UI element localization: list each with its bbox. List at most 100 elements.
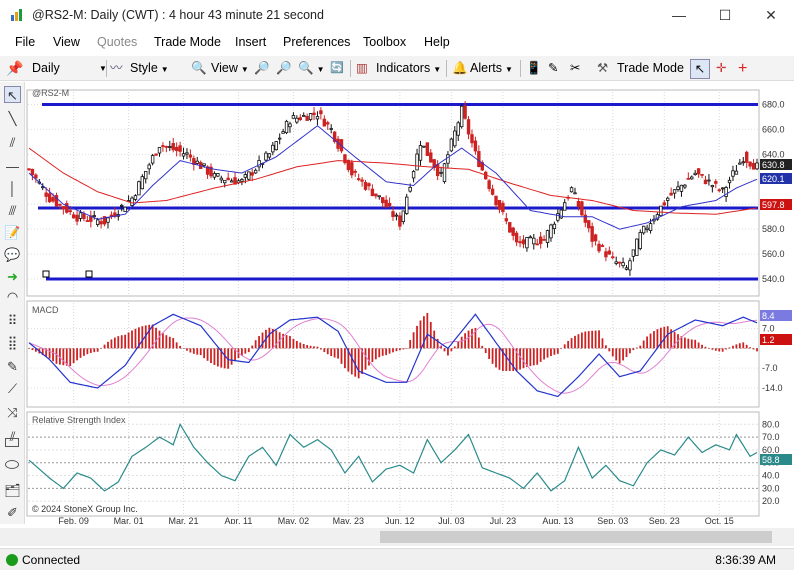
view-button[interactable]: View ▼ — [211, 59, 249, 78]
menu-insert[interactable]: Insert — [235, 35, 266, 49]
date-axis-label: Jun, 12 — [385, 516, 415, 524]
macd-histogram-bar — [629, 348, 631, 354]
candle-body — [178, 145, 182, 152]
cursor-tool-icon[interactable]: ↖ — [690, 59, 710, 79]
bell-icon: 🔔 — [452, 61, 468, 75]
style-button[interactable]: Style ▼ — [130, 59, 169, 78]
refresh-icon[interactable]: 🔄 — [330, 59, 344, 78]
macd-histogram-bar — [598, 330, 600, 349]
ellipse-tool-icon[interactable] — [5, 460, 19, 469]
minimize-button[interactable]: — — [656, 0, 702, 32]
candle-body — [363, 182, 368, 190]
menu-file[interactable]: File — [15, 35, 35, 49]
crosshair-line-icon[interactable]: + — [738, 59, 747, 78]
candle-body — [34, 174, 38, 179]
line-handle[interactable] — [42, 270, 50, 278]
candle-body — [401, 210, 406, 223]
candle-body — [27, 168, 31, 171]
zoom-out-icon[interactable]: 🔎 — [276, 59, 292, 78]
macd-histogram-bar — [539, 348, 542, 362]
pointer-tool-icon[interactable]: ↖ — [4, 86, 21, 103]
date-axis-label: Aug, 13 — [542, 516, 573, 524]
macd-value-badge: 8.4 — [760, 310, 792, 321]
menu-preferences[interactable]: Preferences — [283, 35, 350, 49]
text-tool-icon[interactable]: 💬 — [4, 246, 21, 263]
vertical-line-tool-icon[interactable]: │ — [4, 180, 21, 197]
candle-body — [590, 226, 594, 242]
snapshot-tool-icon[interactable]: 🗂 — [4, 482, 21, 499]
candle-body — [370, 188, 375, 197]
macd-histogram-bar — [371, 348, 374, 363]
interval-select[interactable]: Daily ▼ — [32, 59, 107, 78]
maximize-button[interactable]: ☐ — [702, 0, 748, 32]
eraser-tool-icon[interactable]: ✐ — [4, 504, 21, 521]
fibonacci-tool-icon[interactable]: ⫻ — [4, 202, 21, 219]
chart-svg[interactable]: @RS2-M MACD Relative Strength Index © 20… — [26, 82, 794, 526]
line-handle[interactable] — [85, 270, 93, 278]
trade-mode-button[interactable]: Trade Mode — [617, 59, 684, 78]
candle-body — [617, 261, 622, 264]
order-ticket-icon[interactable]: 📱 — [526, 59, 542, 78]
arc-tool-icon[interactable]: ◠ — [4, 288, 21, 305]
macd-histogram-bar — [477, 337, 480, 349]
pencil-tool-icon[interactable]: ✎ — [4, 358, 21, 375]
date-axis-label: Oct, 15 — [705, 516, 734, 524]
macd-histogram-bar — [110, 339, 113, 349]
macd-histogram-bar — [247, 348, 250, 353]
macd-histogram-bar — [230, 348, 233, 365]
macd-histogram-bar — [244, 348, 247, 354]
macd-histogram-bar — [337, 348, 339, 359]
macd-histogram-bar — [378, 348, 381, 358]
horizontal-line-tool-icon[interactable]: — — [4, 158, 21, 175]
macd-histogram-bar — [206, 348, 209, 361]
date-axis-label: Apr, 11 — [225, 516, 253, 524]
candle-body — [648, 223, 653, 231]
candle-body — [614, 261, 618, 264]
macd-histogram-bar — [326, 348, 329, 355]
candle-body — [329, 128, 333, 130]
macd-histogram-bar — [615, 348, 618, 361]
macd-histogram-bar — [447, 348, 449, 356]
tools-icon[interactable]: ✂ — [570, 59, 580, 78]
wave-tool-icon[interactable]: ⤨ — [4, 404, 21, 421]
rectangle-tool-icon[interactable] — [5, 438, 19, 447]
menu-view[interactable]: View — [53, 35, 80, 49]
candle-body — [164, 145, 169, 148]
zoom-menu-icon[interactable]: 🔍 ▼ — [298, 59, 325, 78]
macd-histogram-bar — [52, 348, 54, 362]
grid-tool-icon[interactable]: ⠿ — [4, 312, 21, 329]
menu-trade-mode[interactable]: Trade Mode — [154, 35, 221, 49]
trendline-tool-icon[interactable]: ╲ — [4, 110, 21, 127]
close-button[interactable]: ✕ — [748, 0, 794, 32]
candle-body — [641, 225, 646, 234]
candle-body — [418, 145, 423, 161]
menu-toolbox[interactable]: Toolbox — [363, 35, 406, 49]
menu-help[interactable]: Help — [424, 35, 450, 49]
candle-body — [133, 195, 138, 200]
candle-body — [559, 209, 563, 219]
menu-quotes[interactable]: Quotes — [97, 35, 137, 49]
macd-histogram-bar — [577, 334, 580, 349]
macd-histogram-bar — [491, 348, 494, 364]
crosshair-icon[interactable]: ✛ — [716, 59, 726, 78]
candle-body — [600, 245, 605, 247]
pin-icon[interactable]: 📌 — [6, 59, 23, 78]
last-price-badge-text: 630.8 — [762, 160, 785, 170]
gann-tool-icon[interactable]: ⟋ — [4, 380, 21, 397]
pattern-tool-icon[interactable]: ⣿ — [4, 334, 21, 351]
horizontal-scrollbar[interactable] — [0, 528, 794, 546]
note-tool-icon[interactable]: 📝 — [4, 224, 21, 241]
chart-area[interactable]: @RS2-M MACD Relative Strength Index © 20… — [26, 82, 794, 526]
macd-histogram-bar — [505, 348, 508, 371]
channel-tool-icon[interactable]: ⫽ — [4, 134, 21, 151]
scrollbar-thumb[interactable] — [380, 531, 772, 543]
candle-body — [109, 214, 114, 217]
macd-axis-label: 7.0 — [762, 324, 775, 334]
edit-icon[interactable]: ✎ — [548, 59, 558, 78]
zoom-in-icon[interactable]: 🔎 — [254, 59, 270, 78]
alerts-button[interactable]: Alerts ▼ — [470, 59, 513, 78]
candle-body — [669, 192, 673, 196]
candle-body — [212, 173, 217, 178]
indicators-button[interactable]: Indicators ▼ — [376, 59, 441, 78]
arrow-tool-icon[interactable]: ➜ — [4, 268, 21, 285]
